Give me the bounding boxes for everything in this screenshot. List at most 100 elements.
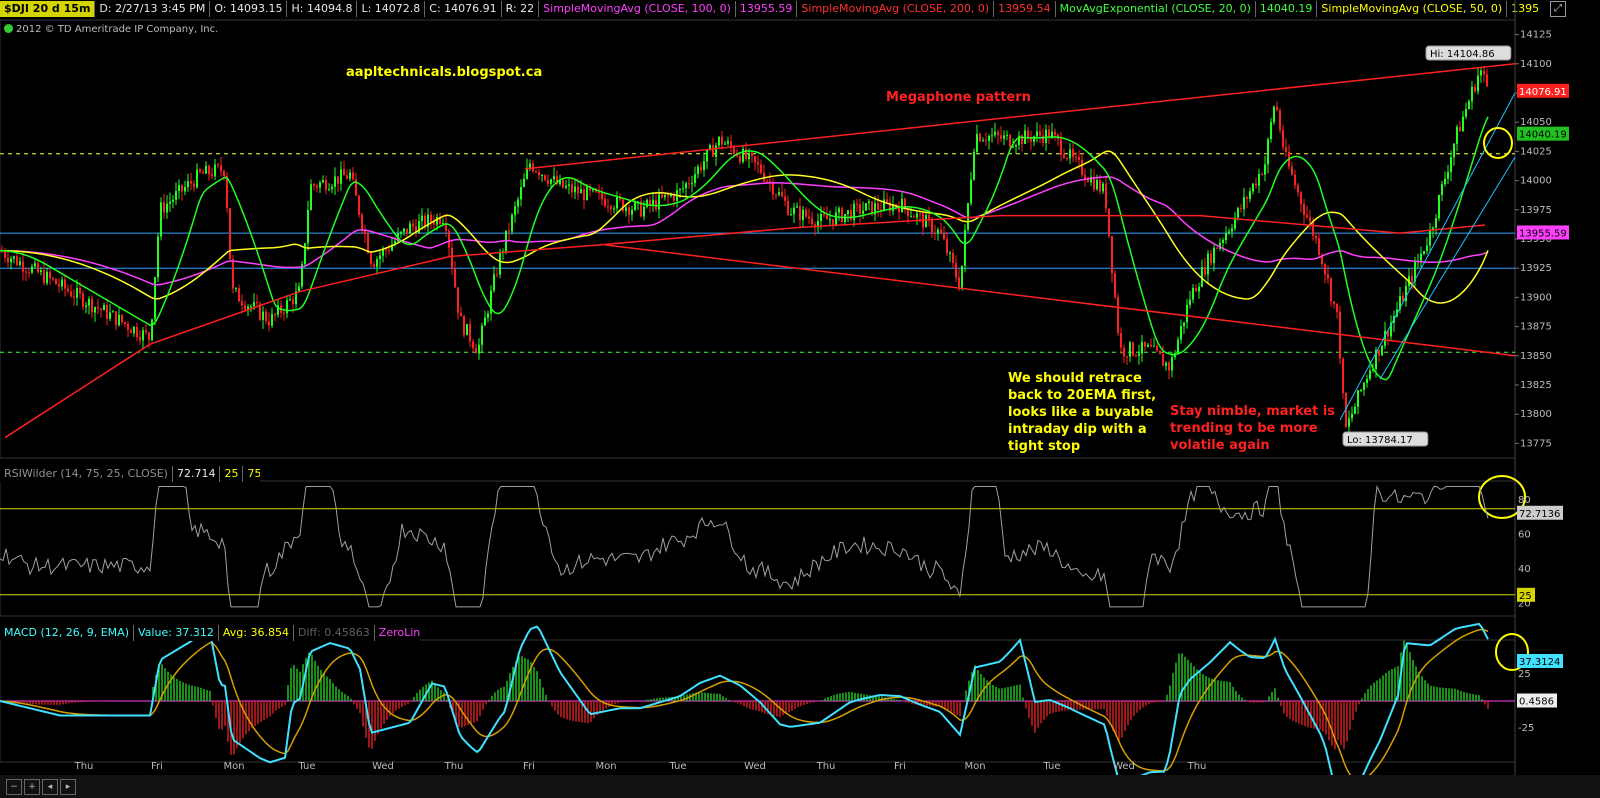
candle-body	[217, 164, 219, 166]
candle-body	[163, 202, 165, 213]
x-axis-day-label: Wed	[1113, 761, 1135, 772]
scroll-left-icon[interactable]: ◂	[42, 779, 58, 795]
zoom-in-icon[interactable]: +	[24, 779, 40, 795]
candle-body	[1198, 286, 1200, 292]
candle-body	[184, 187, 186, 192]
rsi-label[interactable]: RSIWilder (14, 75, 25, CLOSE)	[0, 465, 173, 482]
candle-body	[601, 192, 603, 200]
candle-body	[115, 311, 117, 326]
candle-body	[1192, 288, 1194, 300]
candle-body	[535, 171, 537, 173]
rsi-overbought: 75	[243, 466, 260, 482]
candle-body	[1237, 207, 1239, 218]
candle-body	[361, 214, 363, 230]
candle-body	[604, 199, 606, 207]
candle-body	[811, 218, 813, 225]
candle-body	[256, 302, 258, 304]
x-axis-day-label: Fri	[151, 761, 163, 772]
candle-body	[82, 293, 84, 307]
candle-body	[310, 184, 312, 210]
candle-body	[457, 287, 459, 313]
candle-body	[1147, 344, 1149, 347]
candle-body	[520, 187, 522, 200]
candle-body	[1180, 326, 1182, 340]
candle-body	[625, 207, 627, 211]
candle-body	[226, 175, 228, 209]
scroll-right-icon[interactable]: ▸	[60, 779, 76, 795]
price-tick-label: 13825	[1520, 380, 1552, 391]
candle-body	[136, 326, 138, 338]
zoom-out-icon[interactable]: −	[6, 779, 22, 795]
x-axis-day-label: Mon	[964, 761, 985, 772]
candle-body	[1462, 116, 1464, 132]
candle-body	[1312, 221, 1314, 236]
macd-value: Value: 37.312	[134, 624, 219, 641]
candle-body	[1078, 157, 1080, 160]
candle-body	[730, 141, 732, 148]
candle-body	[1471, 86, 1473, 102]
candle-body	[1108, 208, 1110, 237]
candle-body	[1114, 273, 1116, 298]
candle-body	[373, 264, 375, 267]
candle-body	[1153, 345, 1155, 347]
candle-body	[421, 215, 423, 222]
rsi-line	[0, 484, 1489, 608]
candle-body	[466, 323, 468, 336]
retrace-annotation: We should retrace back to 20EMA first, l…	[1008, 371, 1157, 454]
candle-body	[1195, 288, 1197, 292]
candle-body	[463, 316, 465, 336]
x-axis-day-label: Tue	[668, 761, 686, 772]
candle-body	[511, 214, 513, 232]
candle-body	[961, 265, 963, 290]
candle-body	[379, 255, 381, 260]
candle-body	[1285, 147, 1287, 152]
candle-body	[487, 313, 489, 318]
candle-body	[1156, 345, 1158, 351]
candle-body	[1465, 108, 1467, 117]
candle-body	[979, 133, 981, 142]
candle-body	[157, 236, 159, 278]
candle-body	[388, 250, 390, 252]
chart-canvas[interactable]: 1412514100140751405014025140001397513950…	[0, 0, 1600, 775]
candle-body	[307, 209, 309, 244]
candle-body	[268, 321, 270, 326]
candle-body	[760, 164, 762, 173]
candle-body	[49, 271, 51, 279]
candle-body	[688, 183, 690, 185]
candle-body	[175, 191, 177, 200]
candle-body	[796, 206, 798, 208]
candle-body	[412, 223, 414, 227]
candle-body	[262, 311, 264, 320]
candle-body	[667, 194, 669, 197]
candle-body	[85, 305, 87, 307]
candle-body	[271, 314, 273, 326]
candle-body	[1183, 322, 1185, 327]
megaphone-annotation: Megaphone pattern	[886, 90, 1031, 105]
candle-body	[1309, 217, 1311, 222]
candle-body	[1438, 194, 1440, 219]
candle-body	[1447, 172, 1449, 179]
candle-body	[586, 186, 588, 201]
candle-body	[376, 259, 378, 267]
candle-body	[1270, 122, 1272, 140]
candle-body	[1141, 341, 1143, 354]
candle-body	[820, 214, 822, 222]
candle-body	[706, 149, 708, 162]
candle-body	[1066, 157, 1068, 159]
candle-body	[409, 223, 411, 234]
candle-body	[718, 136, 720, 146]
candle-body	[934, 233, 936, 235]
candle-body	[148, 332, 150, 340]
candle-body	[1381, 345, 1383, 356]
candle-body	[97, 307, 99, 309]
candle-body	[1168, 362, 1170, 371]
candle-body	[838, 208, 840, 213]
candle-body	[238, 288, 240, 302]
candle-body	[304, 243, 306, 265]
candle-body	[802, 209, 804, 221]
candle-body	[1240, 207, 1242, 209]
macd-label[interactable]: MACD (12, 26, 9, EMA)	[0, 624, 134, 641]
candle-body	[1354, 406, 1356, 414]
candle-body	[733, 147, 735, 155]
candle-body	[28, 272, 30, 274]
